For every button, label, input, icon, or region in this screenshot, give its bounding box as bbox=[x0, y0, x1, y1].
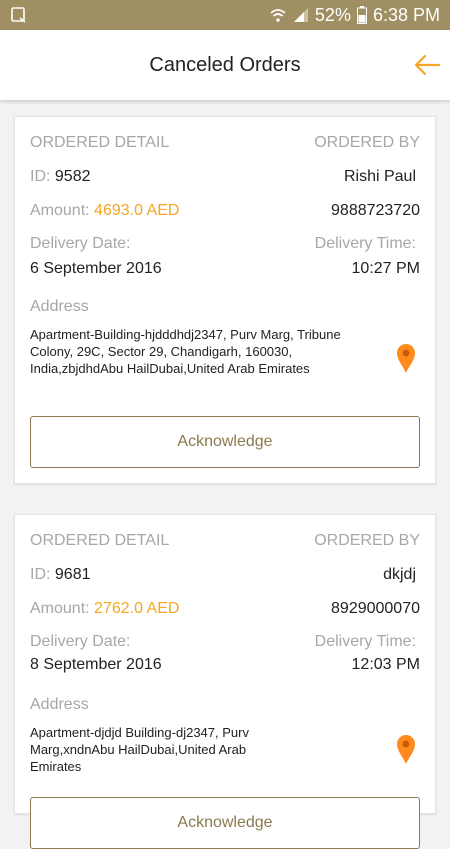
map-pin-icon[interactable] bbox=[395, 733, 417, 765]
address-text: Apartment-Building-hjdddhdj2347, Purv Ma… bbox=[30, 327, 341, 376]
page-title: Canceled Orders bbox=[149, 53, 301, 76]
id-value: 9681 bbox=[54, 566, 91, 583]
status-bar: 52% 6:38 PM bbox=[0, 0, 450, 30]
wifi-icon bbox=[270, 9, 286, 22]
amount-label: Amount: bbox=[30, 600, 90, 617]
battery-icon bbox=[356, 6, 367, 24]
delivery-date-value: 6 September 2016 bbox=[30, 260, 162, 277]
arrow-left-icon[interactable] bbox=[412, 50, 442, 80]
ordered-by-label: ORDERED BY bbox=[314, 532, 420, 549]
order-card: ORDERED DETAIL ORDERED BY ID: 9582 Rishi… bbox=[14, 116, 436, 484]
amount-value: 2762.0 AED bbox=[94, 600, 180, 617]
delivery-time-value: 10:27 PM bbox=[351, 260, 420, 277]
order-card: ORDERED DETAIL ORDERED BY ID: 9681 dkjdj… bbox=[14, 514, 436, 849]
map-pin-icon[interactable] bbox=[395, 342, 417, 374]
delivery-date-value: 8 September 2016 bbox=[30, 656, 162, 673]
order-amount: Amount: 2762.0 AED bbox=[30, 600, 179, 618]
ordered-detail-label: ORDERED DETAIL bbox=[30, 532, 170, 549]
battery-percent: 52% bbox=[314, 4, 351, 25]
delivery-date-label: Delivery Date: bbox=[30, 235, 131, 252]
customer-phone: 8929000070 bbox=[331, 600, 420, 617]
id-label: ID: bbox=[30, 566, 51, 583]
address-text: Apartment-djdjd Building-dj2347, Purv Ma… bbox=[30, 725, 249, 774]
delivery-time-label: Delivery Time: bbox=[314, 235, 416, 252]
app-bar: Canceled Orders bbox=[0, 30, 450, 100]
amount-label: Amount: bbox=[30, 202, 90, 219]
customer-phone: 9888723720 bbox=[331, 202, 420, 219]
order-id: ID: 9681 bbox=[30, 566, 91, 584]
clock: 6:38 PM bbox=[372, 4, 440, 25]
ordered-by-label: ORDERED BY bbox=[314, 134, 420, 151]
customer-name: dkjdj bbox=[383, 566, 416, 583]
phone-icon bbox=[11, 7, 26, 23]
delivery-date-label: Delivery Date: bbox=[30, 633, 131, 650]
address-label: Address bbox=[30, 298, 89, 315]
signal-icon bbox=[293, 8, 308, 22]
address-label: Address bbox=[30, 696, 89, 713]
delivery-time-value: 12:03 PM bbox=[351, 656, 420, 673]
id-label: ID: bbox=[30, 168, 51, 185]
order-amount: Amount: 4693.0 AED bbox=[30, 202, 179, 220]
ordered-detail-label: ORDERED DETAIL bbox=[30, 134, 170, 151]
acknowledge-button[interactable]: Acknowledge bbox=[30, 416, 420, 468]
acknowledge-button[interactable]: Acknowledge bbox=[30, 797, 420, 849]
id-value: 9582 bbox=[54, 168, 91, 185]
delivery-time-label: Delivery Time: bbox=[314, 633, 416, 650]
customer-name: Rishi Paul bbox=[343, 168, 416, 185]
amount-value: 4693.0 AED bbox=[94, 202, 180, 219]
order-id: ID: 9582 bbox=[30, 168, 91, 186]
